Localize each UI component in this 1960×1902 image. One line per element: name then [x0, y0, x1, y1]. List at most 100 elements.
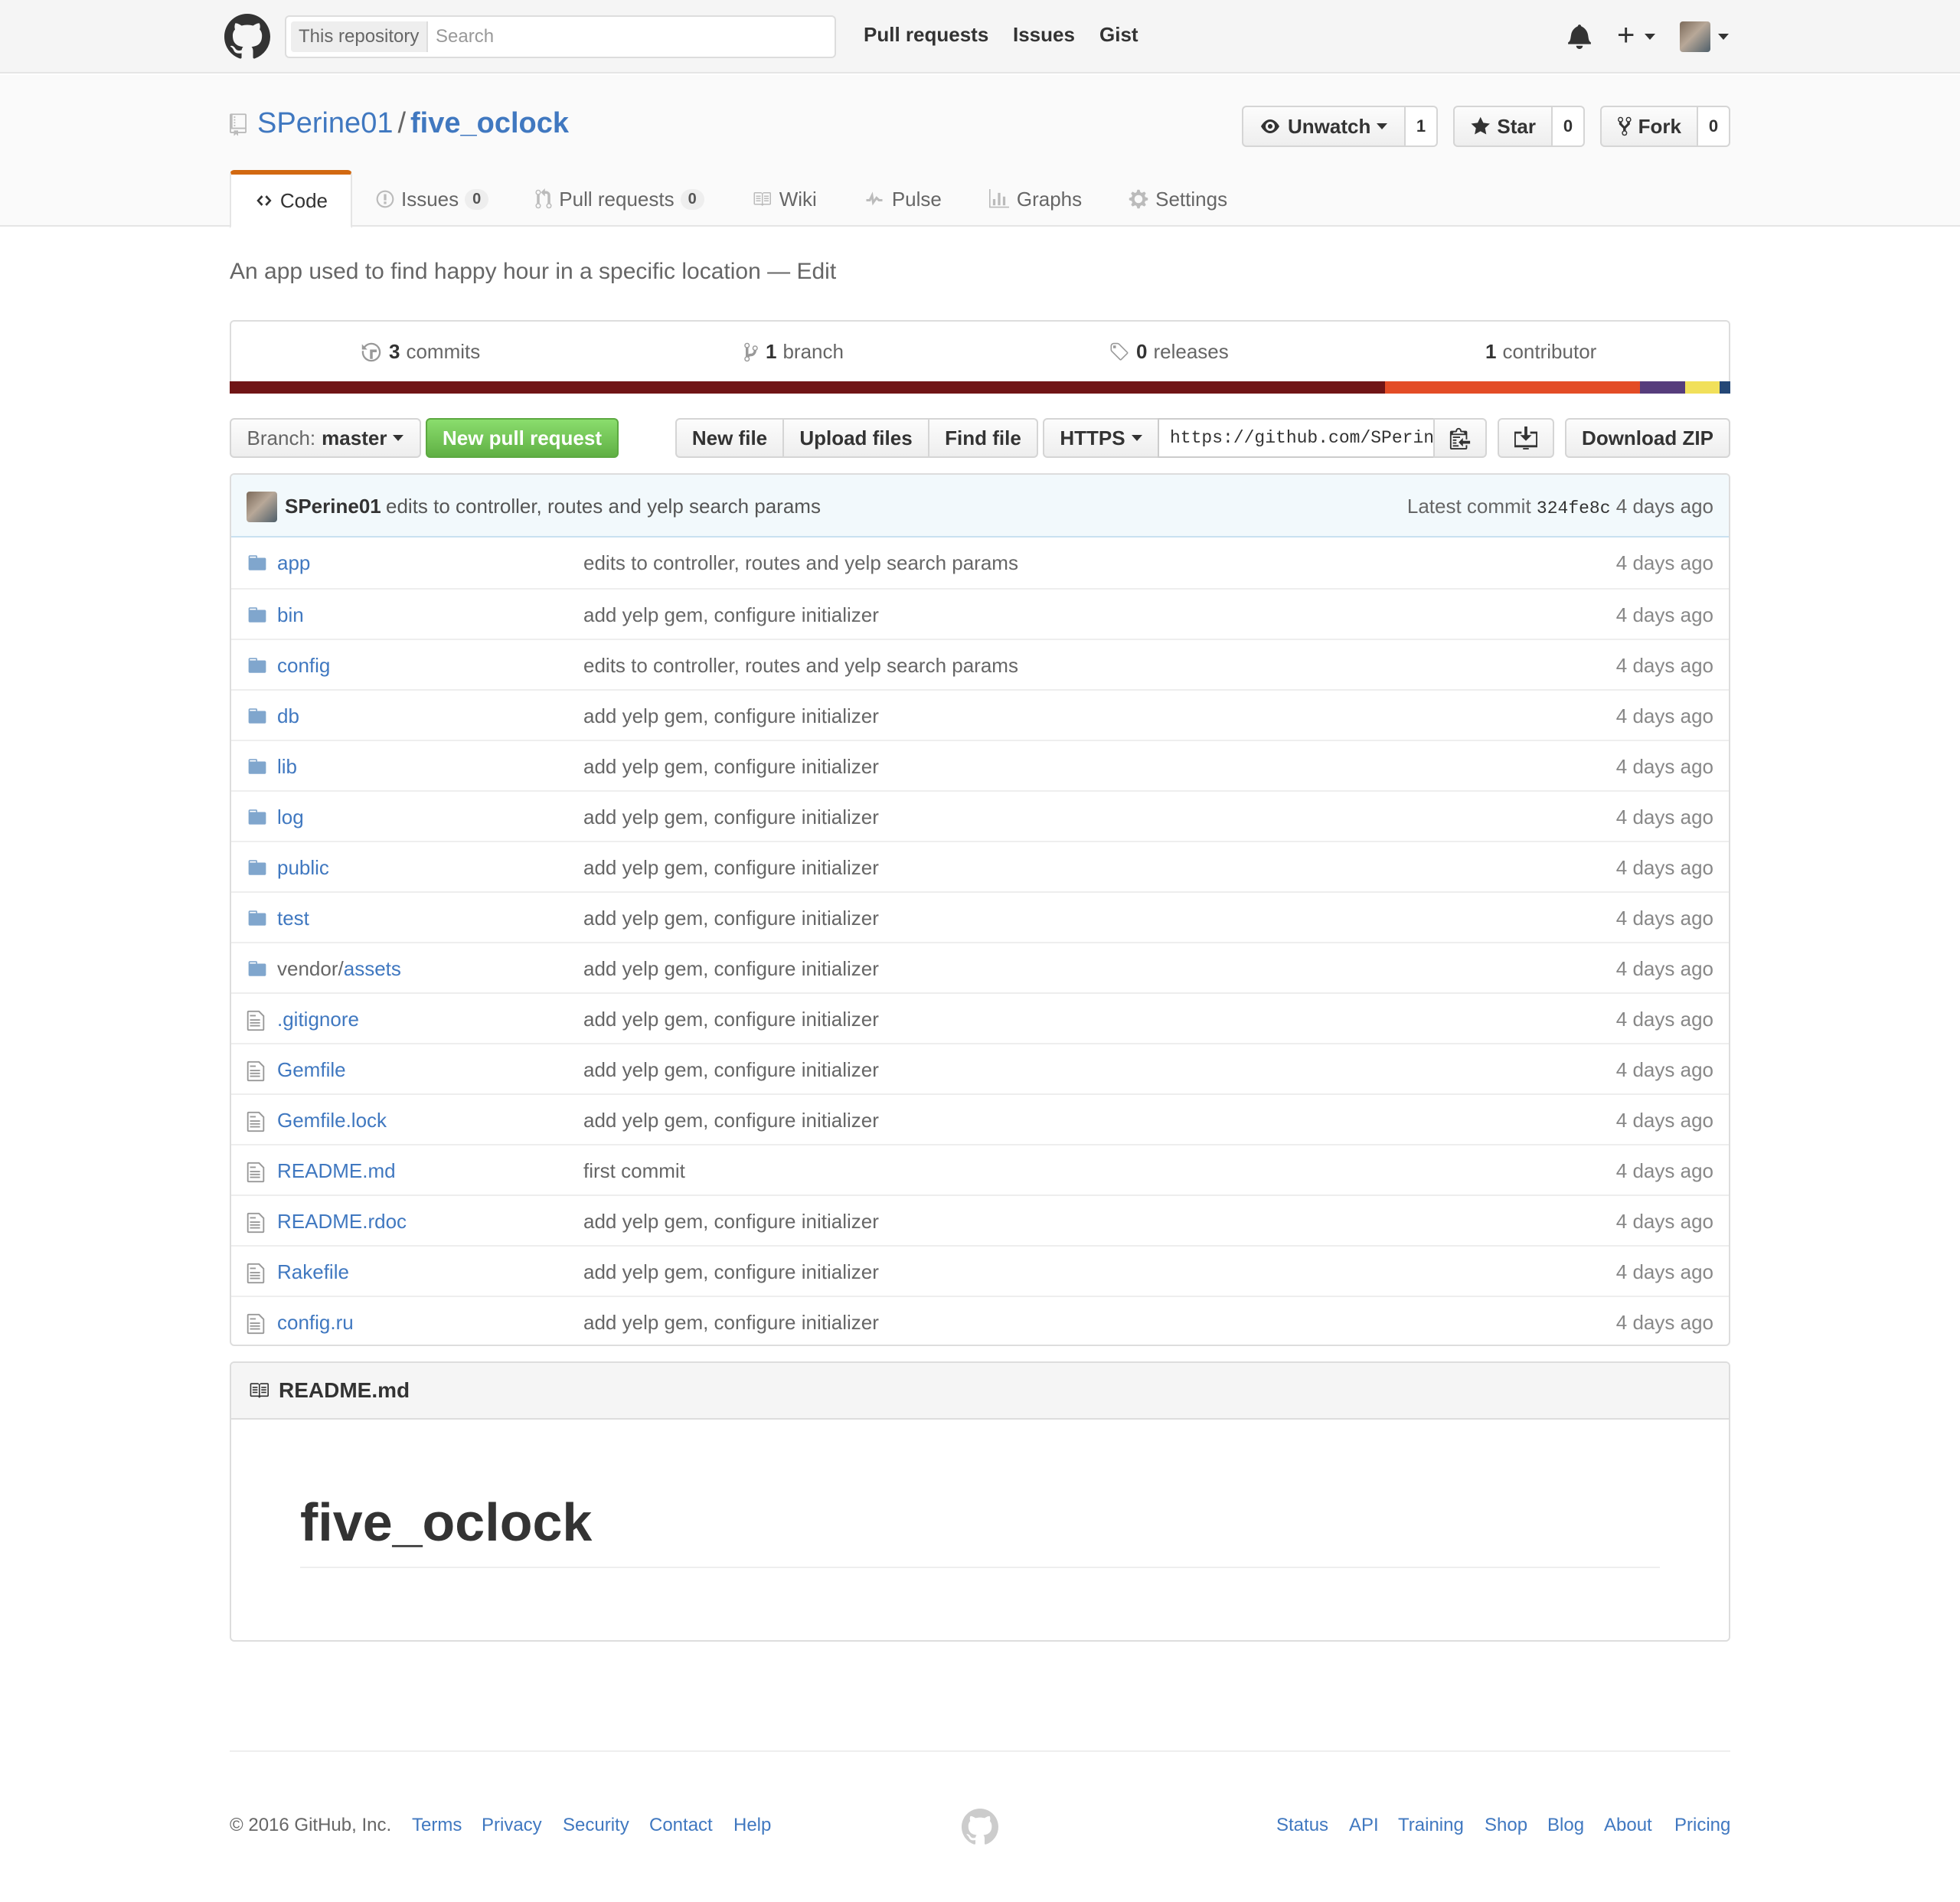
commits-link[interactable]: 3 commits [360, 340, 480, 364]
file-commit-message-link[interactable]: add yelp gem, configure initializer [583, 806, 879, 829]
watch-count[interactable]: 1 [1406, 106, 1438, 147]
file-commit-message-link[interactable]: add yelp gem, configure initializer [583, 1008, 879, 1031]
github-mark-icon[interactable] [962, 1809, 998, 1845]
file-commit-message-link[interactable]: add yelp gem, configure initializer [583, 603, 879, 627]
tab-label: Settings [1155, 187, 1228, 211]
commit-message-link[interactable]: edits to controller, routes and yelp sea… [386, 495, 821, 518]
tab-code[interactable]: Code [230, 170, 352, 228]
footer-link-privacy[interactable]: Privacy [482, 1815, 542, 1836]
tab-graphs[interactable]: Graphs [965, 170, 1105, 228]
language-segment[interactable] [1640, 381, 1686, 394]
footer-link-security[interactable]: Security [563, 1815, 629, 1836]
unwatch-button[interactable]: Unwatch [1242, 106, 1406, 147]
find-file-button[interactable]: Find file [928, 418, 1038, 458]
file-name-link[interactable]: config.ru [277, 1311, 354, 1335]
language-bar[interactable] [230, 381, 1730, 394]
upload-files-button[interactable]: Upload files [782, 418, 929, 458]
file-commit-message-link[interactable]: add yelp gem, configure initializer [583, 1260, 879, 1284]
file-name-link[interactable]: lib [277, 755, 297, 779]
fork-button[interactable]: Fork [1600, 106, 1698, 147]
nav-issues[interactable]: Issues [1013, 23, 1075, 47]
file-name-link[interactable]: db [277, 704, 299, 728]
tab-pull-requests[interactable]: Pull requests 0 [511, 170, 727, 228]
file-name-link[interactable]: app [277, 551, 310, 575]
commit-sha-link[interactable]: 324fe8c [1537, 498, 1611, 518]
fork-count[interactable]: 0 [1698, 106, 1730, 147]
download-zip-button[interactable]: Download ZIP [1565, 418, 1730, 458]
footer-link-api[interactable]: API [1349, 1815, 1379, 1836]
file-commit-message-link[interactable]: add yelp gem, configure initializer [583, 1109, 879, 1132]
create-new-icon[interactable]: + [1617, 15, 1635, 55]
file-name-link[interactable]: public [277, 856, 329, 880]
file-commit-message-link[interactable]: edits to controller, routes and yelp sea… [583, 654, 1018, 678]
branches-link[interactable]: 1 branch [743, 340, 844, 364]
file-name-link[interactable]: test [277, 907, 309, 930]
file-commit-message-link[interactable]: add yelp gem, configure initializer [583, 1210, 879, 1234]
tab-pulse[interactable]: Pulse [840, 170, 965, 228]
copy-clone-url-button[interactable] [1433, 418, 1487, 458]
edit-description-link[interactable]: Edit [796, 259, 836, 284]
repo-owner-link[interactable]: SPerine01 [257, 107, 393, 139]
file-commit-message-link[interactable]: add yelp gem, configure initializer [583, 704, 879, 728]
commit-age: 4 days ago [1615, 495, 1713, 518]
file-commit-message-link[interactable]: add yelp gem, configure initializer [583, 1058, 879, 1082]
star-count[interactable]: 0 [1553, 106, 1585, 147]
nav-gist[interactable]: Gist [1099, 23, 1138, 47]
file-name-link[interactable]: config [277, 654, 330, 678]
footer-link-about[interactable]: About [1604, 1815, 1652, 1836]
file-commit-message-link[interactable]: add yelp gem, configure initializer [583, 957, 879, 981]
commit-author-link[interactable]: SPerine01 [285, 495, 381, 518]
file-name-link[interactable]: bin [277, 603, 304, 627]
user-avatar[interactable] [1680, 21, 1710, 52]
footer-link-terms[interactable]: Terms [412, 1815, 462, 1836]
nav-pull-requests[interactable]: Pull requests [864, 23, 988, 47]
file-name-link[interactable]: Rakefile [277, 1260, 349, 1284]
language-segment[interactable] [1385, 381, 1641, 394]
footer-link-pricing[interactable]: Pricing [1674, 1815, 1730, 1836]
create-menu-caret-icon[interactable] [1645, 34, 1655, 40]
file-commit-message-link[interactable]: first commit [583, 1159, 685, 1183]
file-name-link[interactable]: Gemfile [277, 1058, 346, 1082]
file-name-link[interactable]: Gemfile.lock [277, 1109, 387, 1132]
tab-wiki[interactable]: Wiki [727, 170, 840, 228]
file-commit-message-link[interactable]: edits to controller, routes and yelp sea… [583, 551, 1018, 575]
tab-settings[interactable]: Settings [1105, 170, 1250, 228]
file-name-link[interactable]: vendor/assets [277, 957, 401, 981]
language-segment[interactable] [230, 381, 1386, 394]
contributors-link[interactable]: 1 contributor [1485, 340, 1596, 364]
clone-protocol-button[interactable]: HTTPS [1043, 418, 1159, 458]
footer-link-help[interactable]: Help [733, 1815, 771, 1836]
language-segment[interactable] [1685, 381, 1720, 394]
tag-icon [1110, 342, 1129, 361]
clone-url-input[interactable]: https://github.com/SPerin [1158, 418, 1435, 458]
github-logo-icon[interactable] [224, 14, 270, 60]
star-button[interactable]: Star [1453, 106, 1553, 147]
file-commit-message-link[interactable]: add yelp gem, configure initializer [583, 755, 879, 779]
file-name: config.ru [277, 1311, 354, 1334]
tab-issues[interactable]: Issues 0 [352, 170, 511, 228]
new-file-button[interactable]: New file [675, 418, 784, 458]
new-pull-request-button[interactable]: New pull request [426, 418, 619, 458]
file-name-link[interactable]: .gitignore [277, 1008, 359, 1031]
releases-link[interactable]: 0 releases [1107, 340, 1229, 364]
file-name-link[interactable]: README.md [277, 1159, 396, 1183]
footer-link-contact[interactable]: Contact [649, 1815, 713, 1836]
footer-link-training[interactable]: Training [1398, 1815, 1464, 1836]
search-input[interactable] [436, 21, 818, 52]
repo-name-link[interactable]: five_oclock [410, 107, 569, 139]
file-commit-message-link[interactable]: add yelp gem, configure initializer [583, 907, 879, 930]
language-segment[interactable] [1720, 381, 1730, 394]
footer-link-blog[interactable]: Blog [1547, 1815, 1584, 1836]
branch-select-button[interactable]: Branch: master [230, 418, 421, 458]
open-desktop-button[interactable] [1498, 418, 1554, 458]
file-name-link[interactable]: log [277, 806, 304, 829]
file-commit-message-link[interactable]: add yelp gem, configure initializer [583, 856, 879, 880]
notification-bell-icon[interactable] [1568, 23, 1591, 49]
user-menu-caret-icon[interactable] [1718, 34, 1729, 40]
footer-link-status[interactable]: Status [1276, 1815, 1328, 1836]
file-commit-message-link[interactable]: add yelp gem, configure initializer [583, 1311, 879, 1335]
file-age: 4 days ago [1615, 1058, 1713, 1081]
file-name-link[interactable]: README.rdoc [277, 1210, 407, 1234]
footer-link-shop[interactable]: Shop [1485, 1815, 1527, 1836]
commit-author-avatar[interactable] [247, 492, 277, 522]
